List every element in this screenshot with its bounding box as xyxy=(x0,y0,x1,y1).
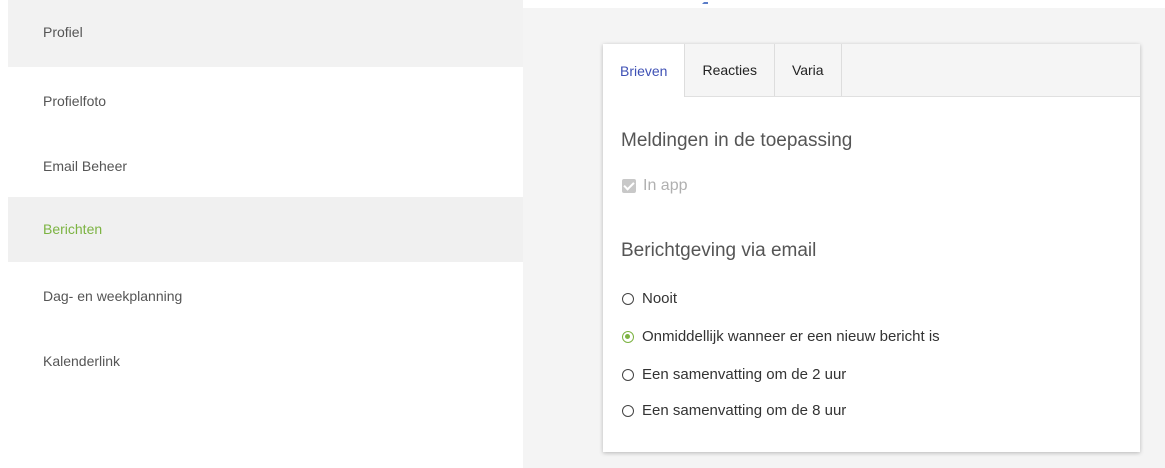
radio-label: Een samenvatting om de 8 uur xyxy=(642,402,847,419)
sidebar-item-dag-en-weekplanning[interactable]: Dag- en weekplanning xyxy=(8,262,523,327)
sidebar-item-email-beheer[interactable]: Email Beheer xyxy=(8,132,523,197)
settings-page: Profiel Profielfoto Email Beheer Bericht… xyxy=(0,0,1165,468)
sidebar-item-label: Kalenderlink xyxy=(43,353,121,369)
radio-option-2-uur[interactable]: Een samenvatting om de 2 uur xyxy=(622,366,846,383)
sidebar-item-profielfoto[interactable]: Profielfoto xyxy=(8,67,523,132)
radio-label: Een samenvatting om de 2 uur xyxy=(642,366,847,383)
sidebar-item-label: Profielfoto xyxy=(43,93,107,109)
tab-label: Varia xyxy=(791,62,824,78)
radio-button-selected[interactable] xyxy=(622,330,634,343)
sidebar-item-label: Email Beheer xyxy=(43,158,128,174)
sidebar-item-label: Profiel xyxy=(43,24,83,40)
chevron-down-icon xyxy=(702,0,708,4)
sidebar-item-berichten[interactable]: Berichten xyxy=(8,197,523,262)
tab-brieven[interactable]: Brieven xyxy=(603,44,686,97)
in-app-checkbox-row[interactable]: In app xyxy=(622,177,687,195)
sidebar-item-label: Berichten xyxy=(43,221,103,237)
radio-option-nooit[interactable]: Nooit xyxy=(622,290,677,307)
sidebar-item-label: Dag- en weekplanning xyxy=(43,288,183,304)
tab-label: Reacties xyxy=(702,62,757,78)
radio-button[interactable] xyxy=(622,292,634,305)
radio-option-onmiddellijk[interactable]: Onmiddellijk wanneer er een nieuw berich… xyxy=(622,328,940,345)
in-app-label: In app xyxy=(643,177,688,194)
radio-label: Nooit xyxy=(642,290,678,307)
sidebar-item-kalenderlink[interactable]: Kalenderlink xyxy=(8,327,523,392)
radio-button[interactable] xyxy=(622,368,634,381)
radio-option-8-uur[interactable]: Een samenvatting om de 8 uur xyxy=(622,402,846,419)
settings-sidebar: Profiel Profielfoto Email Beheer Bericht… xyxy=(8,0,523,468)
radio-button[interactable] xyxy=(622,404,634,417)
radio-label: Onmiddellijk wanneer er een nieuw berich… xyxy=(642,328,940,345)
tab-varia[interactable]: Varia xyxy=(775,44,842,96)
sidebar-item-profiel[interactable]: Profiel xyxy=(8,0,523,67)
tab-reacties[interactable]: Reacties xyxy=(685,44,775,96)
tab-bar: Brieven Reacties Varia xyxy=(603,44,1140,97)
email-notifications-title: Berichtgeving via email xyxy=(621,240,817,261)
tab-label: Brieven xyxy=(620,62,668,79)
in-app-checkbox[interactable] xyxy=(622,179,636,193)
in-app-notifications-title: Meldingen in de toepassing xyxy=(621,130,853,151)
notification-settings-card: Brieven Reacties Varia Meldingen in de t… xyxy=(603,44,1140,452)
